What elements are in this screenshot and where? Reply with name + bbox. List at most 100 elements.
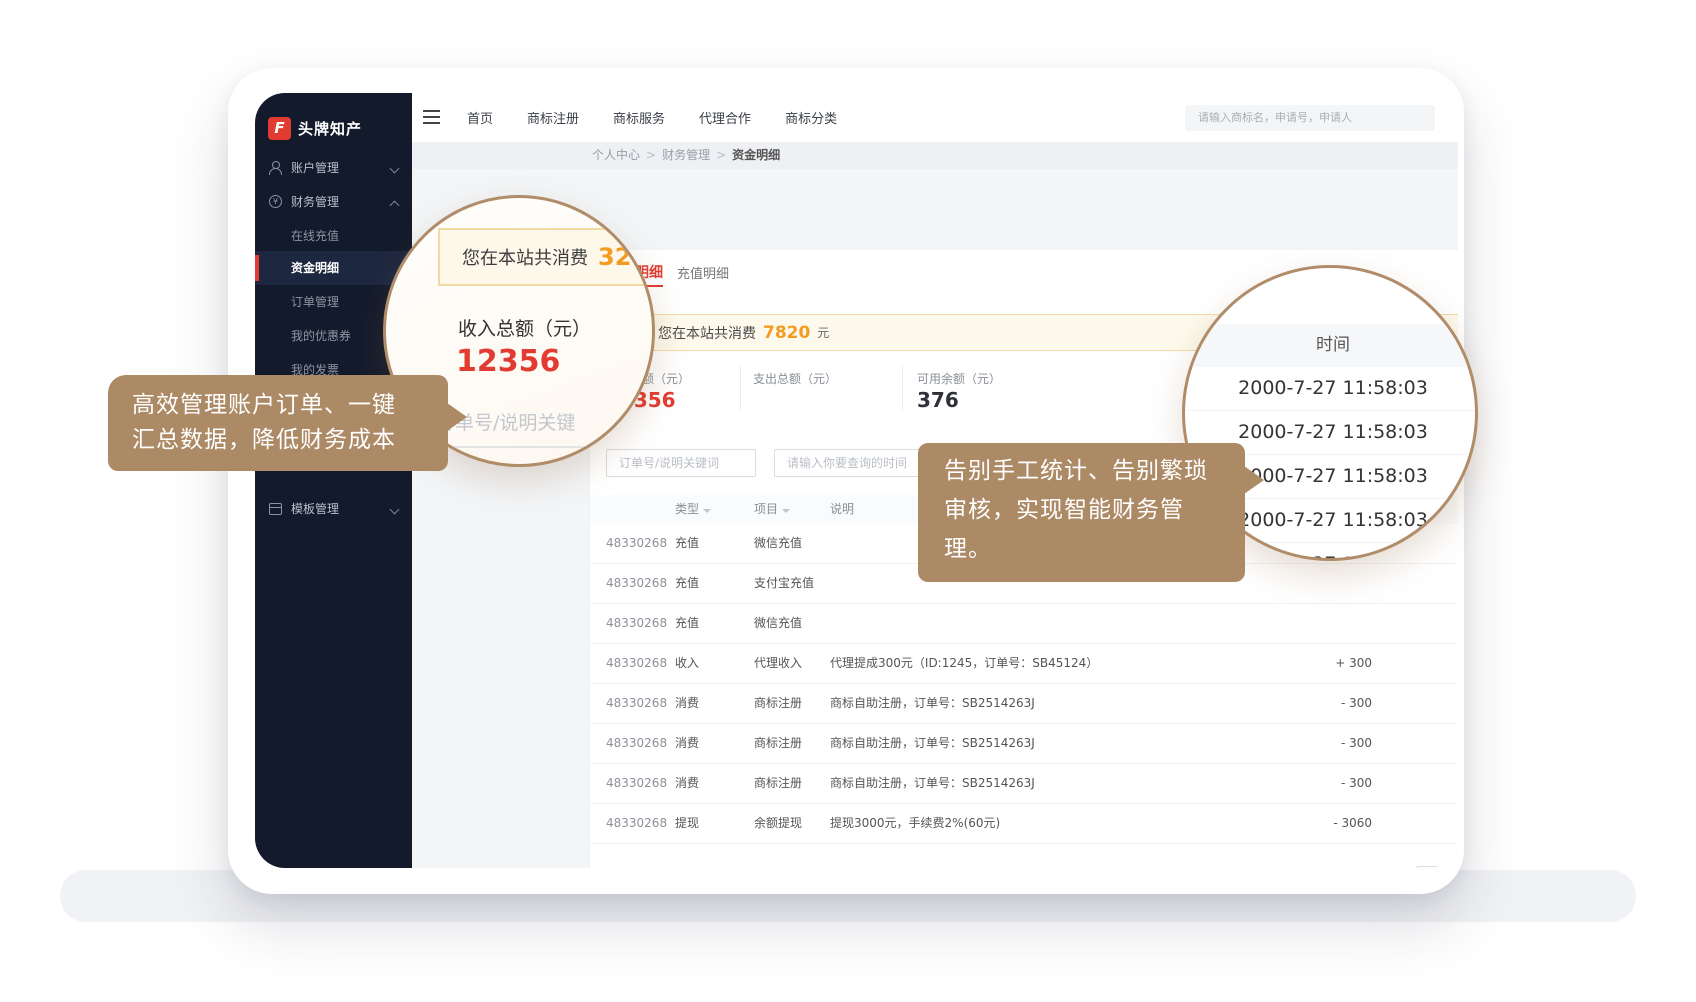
cell-type: 消费 bbox=[675, 764, 699, 803]
breadcrumb-level2[interactable]: 财务管理 bbox=[662, 148, 710, 162]
cell-type: 充值 bbox=[675, 524, 699, 563]
sidebar-item-recharge[interactable]: 在线充值 bbox=[255, 219, 412, 253]
search-input[interactable]: 请输入商标名，申请号，申请人 bbox=[1185, 105, 1435, 131]
magnified-banner: 您在本站共消费 32124 bbox=[438, 228, 655, 286]
date-input[interactable]: 请输入你要查询的时间 bbox=[774, 449, 942, 477]
expense-label: 支出总额（元） bbox=[753, 370, 837, 387]
sidebar-item-label: 在线充值 bbox=[291, 219, 339, 253]
table-row[interactable]: 48330268 充值 微信充值 bbox=[590, 604, 1458, 644]
banner-text: 您在本站共消费 bbox=[658, 323, 756, 343]
sidebar-item-funds-active[interactable]: 资金明细 bbox=[255, 251, 412, 285]
hamburger-menu-icon[interactable] bbox=[423, 110, 440, 124]
callout-left-line2: 汇总数据，降低财务成本 bbox=[132, 423, 448, 458]
callout-left: 高效管理账户订单、一键 汇总数据，降低财务成本 bbox=[108, 375, 448, 471]
cell-amount: - 300 bbox=[1272, 684, 1372, 723]
tab-recharge-detail[interactable]: 充值明细 bbox=[677, 263, 729, 282]
cell-amount: - 3060 bbox=[1272, 804, 1372, 843]
nav-tab[interactable]: 商标分类 bbox=[785, 108, 837, 127]
magnified-time-header: 时间 bbox=[1185, 324, 1478, 367]
template-icon bbox=[269, 502, 282, 515]
sidebar-item-label: 我的优惠券 bbox=[291, 319, 351, 353]
sidebar-item-finance[interactable]: ¥ 财务管理 bbox=[255, 185, 412, 219]
cell-type: 消费 bbox=[675, 724, 699, 763]
col-item[interactable]: 项目 bbox=[754, 495, 790, 524]
sidebar-item-label: 订单管理 bbox=[291, 285, 339, 319]
callout-left-arrow bbox=[447, 403, 467, 431]
cell-balance: ¥ 12231 bbox=[1407, 804, 1458, 843]
table-row[interactable]: 48330268 消费 商标注册 商标自助注册，订单号：SB2514263J -… bbox=[590, 764, 1458, 804]
page-buttons: 12345 bbox=[1445, 866, 1458, 868]
nav-tab[interactable]: 首页 bbox=[467, 108, 493, 127]
cell-desc: 提现3000元，手续费2%(60元) bbox=[830, 804, 1000, 843]
magnified-income-value: 12356 bbox=[456, 344, 560, 379]
cell-order-no: 48330268 bbox=[606, 724, 667, 763]
cell-desc: 商标自助注册，订单号：SB2514263J bbox=[830, 764, 1035, 803]
sidebar-item-label: 账户管理 bbox=[291, 151, 339, 185]
cell-desc: 商标自助注册，订单号：SB2514263J bbox=[830, 684, 1035, 723]
stats-divider bbox=[902, 366, 903, 410]
sidebar-item-account[interactable]: 账户管理 bbox=[255, 151, 412, 185]
cell-order-no: 48330268 bbox=[606, 604, 667, 643]
breadcrumb-level1[interactable]: 个人中心 bbox=[592, 148, 640, 162]
nav-tab[interactable]: 代理合作 bbox=[699, 108, 751, 127]
banner-unit: 元 bbox=[817, 324, 829, 341]
sidebar-item-label: 资金明细 bbox=[291, 251, 339, 285]
table-row[interactable]: 48330268 消费 商标注册 商标自助注册，订单号：SB2514263J -… bbox=[590, 724, 1458, 764]
date-placeholder: 请输入你要查询的时间 bbox=[787, 456, 907, 470]
cell-amount: - 300 bbox=[1272, 724, 1372, 763]
callout-right-arrow bbox=[1244, 466, 1264, 494]
cell-item: 商标注册 bbox=[754, 684, 802, 723]
cell-balance: ¥ 12231 bbox=[1407, 644, 1458, 683]
callout-right-line3: 理。 bbox=[944, 530, 1245, 569]
magnified-banner-text: 您在本站共消费 bbox=[462, 244, 588, 270]
table-row[interactable]: 48330268 收入 代理收入 代理提成300元（ID:1245，订单号：SB… bbox=[590, 644, 1458, 684]
magnified-banner-amount: 32124 bbox=[598, 243, 655, 271]
cell-order-no: 48330268 bbox=[606, 524, 667, 563]
breadcrumb-separator: > bbox=[716, 148, 726, 162]
sidebar: F 头牌知产 账户管理 ¥ 财务管理 在线充值 资金明细 订单管理 bbox=[255, 93, 412, 868]
banner-amount: 7820 bbox=[763, 323, 810, 343]
cell-type: 消费 bbox=[675, 684, 699, 723]
coin-icon: ¥ bbox=[269, 195, 282, 208]
cell-order-no: 48330268 bbox=[606, 804, 667, 843]
breadcrumb-current: 资金明细 bbox=[732, 148, 780, 162]
cell-type: 提现 bbox=[675, 804, 699, 843]
page-button[interactable]: 1 bbox=[1445, 866, 1458, 868]
logo-text: 头牌知产 bbox=[298, 118, 362, 139]
caret-down-icon bbox=[782, 509, 790, 513]
cell-item: 微信充值 bbox=[754, 524, 802, 563]
nav-tab[interactable]: 商标服务 bbox=[613, 108, 665, 127]
keyword-input[interactable]: 订单号/说明关键词 bbox=[606, 449, 756, 477]
chevron-up-icon bbox=[390, 201, 400, 211]
cell-type: 收入 bbox=[675, 644, 699, 683]
active-indicator bbox=[255, 255, 259, 281]
col-type[interactable]: 类型 bbox=[675, 495, 711, 524]
magnified-income-label: 收入总额（元） bbox=[458, 314, 591, 341]
table-row[interactable]: 48330268 提现 余额提现 提现3000元，手续费2%(60元) - 30… bbox=[590, 804, 1458, 844]
col-desc: 说明 bbox=[830, 495, 854, 524]
balance-label: 可用余额（元） bbox=[917, 370, 1001, 387]
breadcrumb: 个人中心>财务管理>资金明细 bbox=[592, 142, 780, 169]
sidebar-item-label: 财务管理 bbox=[291, 185, 339, 219]
cell-item: 余额提现 bbox=[754, 804, 802, 843]
chevron-down-icon bbox=[390, 164, 400, 174]
stats-divider bbox=[740, 366, 741, 410]
page: F 头牌知产 账户管理 ¥ 财务管理 在线充值 资金明细 订单管理 bbox=[0, 0, 1696, 1002]
callout-right-line1: 告别手工统计、告别繁琐 bbox=[944, 452, 1245, 491]
cell-balance: ¥ 12231 bbox=[1407, 684, 1458, 723]
cell-balance: ¥ 12231 bbox=[1407, 724, 1458, 763]
sidebar-item-label: 模板管理 bbox=[291, 492, 339, 526]
nav-tab[interactable]: 商标注册 bbox=[527, 108, 579, 127]
prev-page-button[interactable]: < bbox=[1416, 866, 1439, 868]
cell-order-no: 48330268 bbox=[606, 644, 667, 683]
callout-left-line1: 高效管理账户订单、一键 bbox=[132, 388, 448, 423]
balance-value: 376 bbox=[917, 388, 959, 412]
cell-item: 微信充值 bbox=[754, 604, 802, 643]
logo[interactable]: F 头牌知产 bbox=[268, 113, 408, 143]
cell-balance: ¥ 12231 bbox=[1407, 764, 1458, 803]
sidebar-item-templates[interactable]: 模板管理 bbox=[255, 492, 412, 526]
user-icon bbox=[269, 161, 282, 174]
table-row[interactable]: 48330268 消费 商标注册 商标自助注册，订单号：SB2514263J -… bbox=[590, 684, 1458, 724]
nav-tabs: 首页 商标注册 商标服务 代理合作 商标分类 bbox=[467, 93, 837, 142]
logo-icon: F bbox=[268, 117, 291, 140]
